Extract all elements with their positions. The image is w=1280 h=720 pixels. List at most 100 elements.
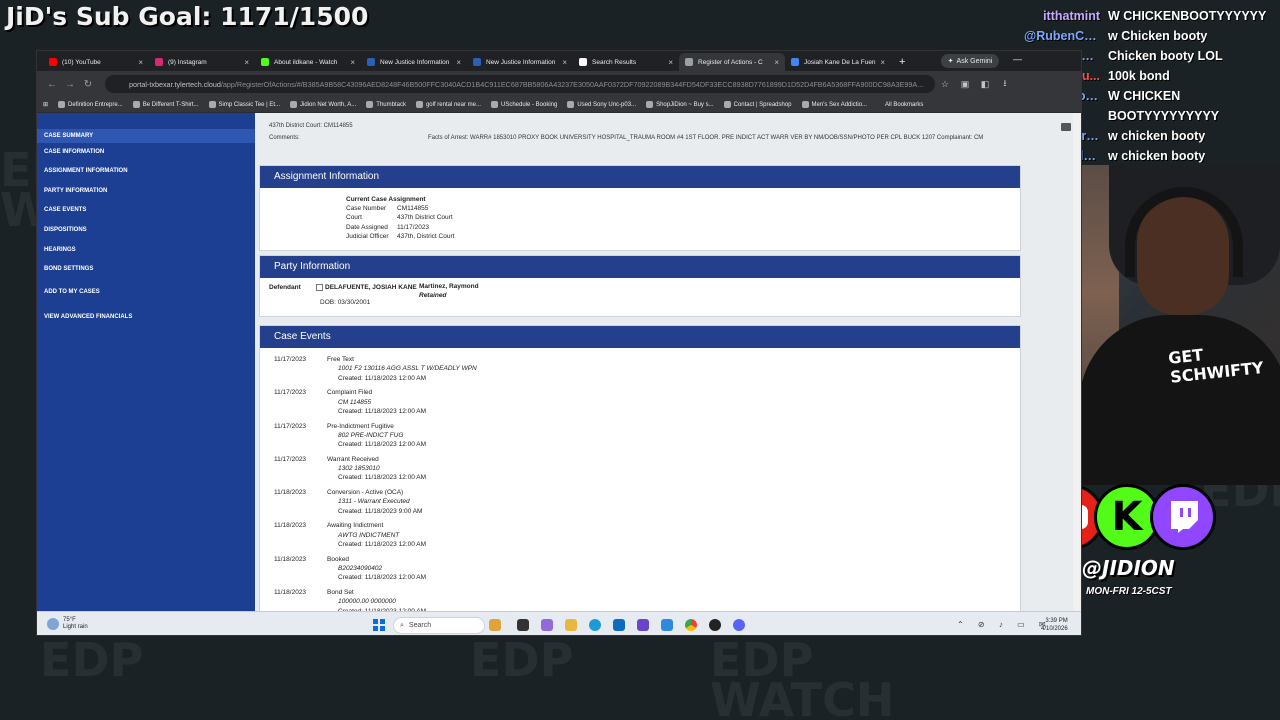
browser-tab[interactable]: (9) Instagram × bbox=[149, 53, 255, 71]
close-icon[interactable]: × bbox=[244, 58, 249, 67]
case-event: 11/17/2023 Free Text 1001 F2 130116 AGG AS… bbox=[260, 356, 1020, 389]
tab-title: Josiah Kane De La Fuen bbox=[804, 58, 876, 66]
sidepanel-icon[interactable]: ◧ bbox=[975, 79, 995, 90]
tab-favicon-icon bbox=[685, 58, 693, 66]
bookmark-item[interactable]: Jidion Net Worth, A... bbox=[290, 101, 356, 108]
windows-start-icon[interactable] bbox=[373, 619, 385, 631]
event-date: 11/17/2023 bbox=[274, 389, 307, 397]
downloads-icon[interactable]: ⭳ bbox=[995, 76, 1015, 92]
weather-widget[interactable]: 75°F Light rain bbox=[47, 617, 88, 631]
bookmark-item[interactable]: Definition Entrepre... bbox=[58, 101, 123, 108]
browser-tab[interactable]: (10) YouTube × bbox=[43, 53, 149, 71]
close-icon[interactable]: × bbox=[138, 58, 143, 67]
bookmark-item[interactable]: Thumbtack bbox=[366, 101, 406, 108]
bookmark-label: Definition Entrepre... bbox=[68, 101, 123, 108]
close-icon[interactable]: × bbox=[562, 58, 567, 67]
system-tray[interactable]: ⌃ ⊘ ♪ ▭ ✉ bbox=[957, 620, 1052, 629]
close-icon[interactable]: × bbox=[456, 58, 461, 67]
background-watermark: EDPWATCH bbox=[710, 633, 895, 720]
browser-tab[interactable]: Register of Actions - C × bbox=[679, 53, 785, 71]
photos-icon[interactable] bbox=[637, 619, 649, 631]
address-bar[interactable]: portal-txbexar.tylertech.cloud/app/Regis… bbox=[105, 75, 935, 93]
case-event: 11/18/2023 Conversion - Active (OCA) 1311 … bbox=[260, 489, 1020, 522]
app-icon[interactable] bbox=[709, 619, 721, 631]
bookmark-label: Be Different T-Shirt... bbox=[142, 101, 199, 108]
printer-icon[interactable] bbox=[1061, 123, 1071, 131]
gemini-icon: ✦ bbox=[947, 58, 954, 65]
bookmark-star-icon[interactable]: ☆ bbox=[935, 79, 955, 90]
all-bookmarks-button[interactable]: All Bookmarks bbox=[885, 102, 923, 108]
sidebar-item-case-summary[interactable]: CASE SUMMARY bbox=[37, 129, 255, 143]
back-arrow-icon[interactable]: ← bbox=[43, 79, 61, 90]
assignment-field-label: Court bbox=[346, 214, 362, 222]
windows-taskbar: 75°F Light rain ⌕ Search ⌃ ⊘ ♪ ▭ ✉ 3:39 PM… bbox=[37, 611, 1081, 635]
event-created: Created: 11/18/2023 12:00 AM bbox=[338, 441, 427, 449]
browser-tab[interactable]: Search Results × bbox=[573, 53, 679, 71]
forward-arrow-icon[interactable]: → bbox=[61, 79, 79, 90]
copilot-icon[interactable] bbox=[541, 619, 553, 631]
bookmark-item[interactable]: Simp Classic Tee | Et... bbox=[208, 101, 280, 108]
browser-tab[interactable]: New Justice Information × bbox=[361, 53, 467, 71]
tab-title: (9) Instagram bbox=[168, 58, 207, 66]
bookmark-label: Used Sony Unc-p03... bbox=[577, 101, 637, 108]
sidebar-item-bond-settings[interactable]: BOND SETTINGS bbox=[37, 266, 255, 286]
assignment-row: Date Assigned 11/17/2023 bbox=[346, 224, 1020, 233]
sidebar-item-view-advanced-financials[interactable]: VIEW ADVANCED FINANCIALS bbox=[37, 314, 255, 334]
party-expand-checkbox[interactable] bbox=[316, 284, 323, 291]
ask-gemini-button[interactable]: ✦ Ask Gemini bbox=[941, 54, 999, 68]
event-date: 11/17/2023 bbox=[274, 356, 307, 363]
bookmark-item[interactable]: ShopJiDion ~ Buy s... bbox=[646, 101, 714, 108]
outlook-icon[interactable] bbox=[613, 619, 625, 631]
assignment-row: Judicial Officer 437th, District Court bbox=[346, 233, 1020, 242]
defendant-dob: DOB: 03/30/2001 bbox=[320, 299, 371, 306]
close-icon[interactable]: × bbox=[880, 58, 885, 67]
bookmark-item[interactable]: golf rental near me... bbox=[415, 101, 481, 108]
clock-date: 4/10/2026 bbox=[1041, 626, 1068, 632]
store-icon[interactable] bbox=[661, 619, 673, 631]
discord-icon[interactable] bbox=[733, 619, 745, 631]
browser-tab[interactable]: About ildkane - Watch × bbox=[255, 53, 361, 71]
close-icon[interactable]: × bbox=[774, 58, 779, 67]
new-tab-button[interactable]: + bbox=[891, 53, 913, 71]
browser-tab[interactable]: New Justice Information × bbox=[467, 53, 573, 71]
assignment-field-value: CM114855 bbox=[397, 205, 429, 212]
chat-username: @RubenCa... bbox=[1024, 29, 1102, 43]
reload-icon[interactable]: ↻ bbox=[79, 79, 97, 90]
sidebar-item-dispositions[interactable]: DISPOSITIONS bbox=[37, 227, 255, 247]
sidebar-item-hearings[interactable]: HEARINGS bbox=[37, 247, 255, 267]
attorney-name: Martinez, Raymond bbox=[419, 283, 479, 290]
file-explorer-icon[interactable] bbox=[565, 619, 577, 631]
sidebar-item-party-information[interactable]: PARTY INFORMATION bbox=[37, 188, 255, 208]
case-event: 11/18/2023Bond Set100000.00 0000000Creat… bbox=[260, 589, 1020, 611]
sidebar-item-case-events[interactable]: CASE EVENTS bbox=[37, 207, 255, 227]
edge-icon[interactable] bbox=[589, 619, 601, 631]
page-scrollbar[interactable] bbox=[1073, 113, 1081, 611]
apps-grid-icon[interactable]: ⊞ bbox=[43, 101, 48, 108]
browser-tab[interactable]: Josiah Kane De La Fuen × bbox=[785, 53, 891, 71]
assignment-panel: Assignment Information Current Case Assi… bbox=[259, 165, 1021, 251]
bookmark-item[interactable]: Be Different T-Shirt... bbox=[132, 101, 199, 108]
tab-favicon-icon bbox=[261, 58, 269, 66]
bookmark-item[interactable]: Used Sony Unc-p03... bbox=[567, 101, 636, 108]
taskbar-widget-icon[interactable] bbox=[489, 619, 501, 631]
sidebar-item-add-to-my-cases[interactable]: ADD TO MY CASES bbox=[37, 289, 255, 309]
chrome-icon[interactable] bbox=[685, 619, 697, 631]
minimize-window-icon[interactable]: — bbox=[1013, 54, 1022, 64]
bookmark-item[interactable]: Men's Sex Addictio... bbox=[801, 101, 867, 108]
sidebar-item-assignment-information[interactable]: ASSIGNMENT INFORMATION bbox=[37, 168, 255, 188]
event-title: Complaint Filed bbox=[327, 389, 373, 397]
close-icon[interactable]: × bbox=[668, 58, 673, 67]
bookmark-item[interactable]: USchedule - Booking bbox=[490, 101, 557, 108]
case-event: 11/17/2023 Pre-Indictment Fugitive 802 PRE… bbox=[260, 423, 1020, 456]
chat-text: w chicken booty bbox=[1108, 149, 1206, 163]
taskbar-search[interactable]: ⌕ Search bbox=[393, 617, 485, 634]
taskbar-clock[interactable]: 3:39 PM 4/10/2026 bbox=[1041, 617, 1068, 633]
close-icon[interactable]: × bbox=[350, 58, 355, 67]
bookmark-label: Contact | Spreadshop bbox=[733, 101, 792, 108]
task-view-icon[interactable] bbox=[517, 619, 529, 631]
extensions-icon[interactable]: ▣ bbox=[955, 79, 975, 90]
sidebar-item-case-information[interactable]: CASE INFORMATION bbox=[37, 149, 255, 169]
case-content: 437th District Court: CM114855 Comments:… bbox=[259, 113, 1021, 611]
bookmark-item[interactable]: Contact | Spreadshop bbox=[723, 101, 792, 108]
event-detail: 1311 - Warrant Executed bbox=[338, 498, 410, 506]
